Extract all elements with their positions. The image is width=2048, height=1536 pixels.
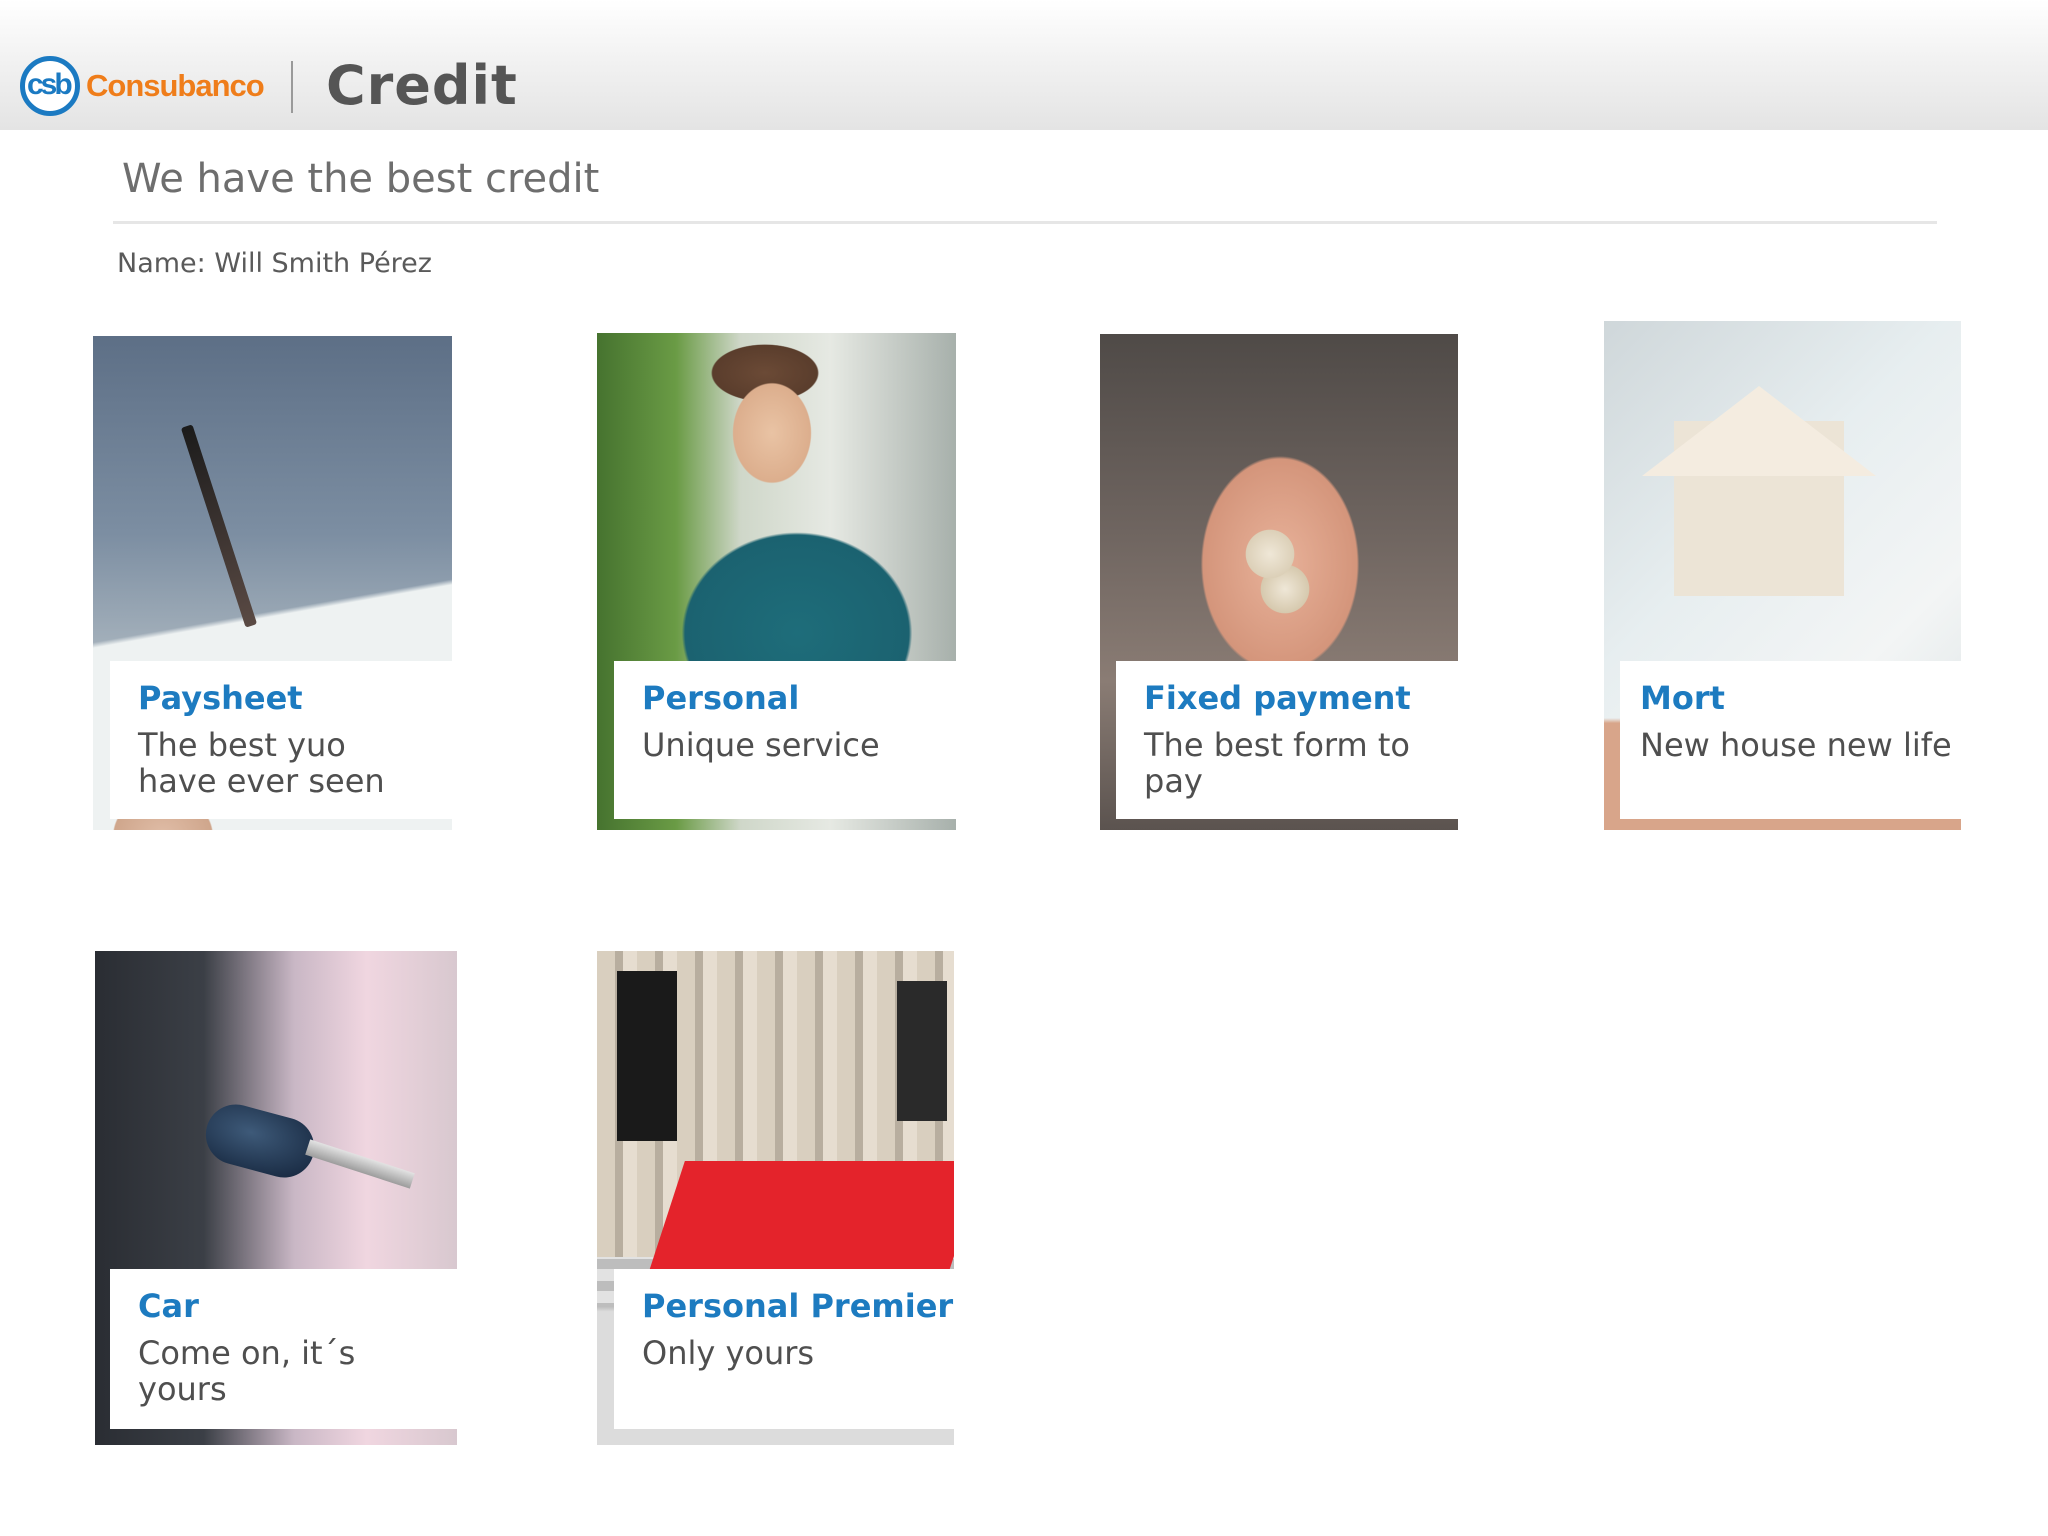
card-text-panel: Personal Unique service (614, 661, 956, 819)
roof-icon (1642, 386, 1876, 476)
card-title: Personal (642, 679, 800, 717)
logo-monogram: csb (27, 68, 73, 101)
page-title: Credit (326, 54, 518, 117)
red-carpet (649, 1161, 954, 1271)
card-title: Paysheet (138, 679, 303, 717)
card-subtitle: Come on, it´s yours (138, 1334, 356, 1408)
card-text-panel: Personal Premiere Only yours (614, 1269, 954, 1429)
card-subtitle: New house new life (1640, 726, 1952, 764)
card-text-panel: Car Come on, it´s yours (110, 1269, 457, 1429)
card-title: Mort (1640, 679, 1725, 717)
headline: We have the best credit (122, 156, 600, 202)
card-title: Personal Premiere (642, 1287, 954, 1325)
credit-card-personal[interactable]: Personal Unique service (597, 333, 956, 830)
credit-card-paysheet[interactable]: Paysheet The best yuo have ever seen (93, 336, 452, 830)
doorway (617, 971, 677, 1141)
card-subtitle: The best yuo have ever seen (138, 726, 385, 800)
header-divider (291, 61, 293, 113)
credit-card-car[interactable]: Car Come on, it´s yours (95, 951, 457, 1445)
pen-icon (180, 424, 258, 628)
card-text-panel: Paysheet The best yuo have ever seen (110, 661, 452, 819)
card-subtitle: Unique service (642, 726, 880, 764)
credit-card-mort[interactable]: Mort New house new life (1604, 321, 1961, 830)
consubanco-logo[interactable]: csb Consubanco (20, 56, 270, 118)
card-text-panel: Mort New house new life (1620, 661, 1961, 819)
user-name-label: Name: Will Smith Pérez (117, 248, 432, 279)
card-text-panel: Fixed payment The best form to pay (1116, 661, 1458, 819)
card-subtitle: The best form to pay (1144, 726, 1410, 800)
card-title: Car (138, 1287, 199, 1325)
card-title: Fixed payment (1144, 679, 1411, 717)
app-header: csb Consubanco Credit (0, 0, 2048, 130)
headline-divider (113, 221, 1937, 224)
window (897, 981, 947, 1121)
card-subtitle: Only yours (642, 1334, 815, 1372)
car-key-icon (199, 1097, 321, 1185)
credit-card-personal-premiere[interactable]: Personal Premiere Only yours (597, 951, 954, 1445)
key-blade-icon (305, 1139, 415, 1189)
logo-wordmark: Consubanco (86, 68, 265, 103)
credit-card-fixed-payment[interactable]: Fixed payment The best form to pay (1100, 334, 1458, 830)
